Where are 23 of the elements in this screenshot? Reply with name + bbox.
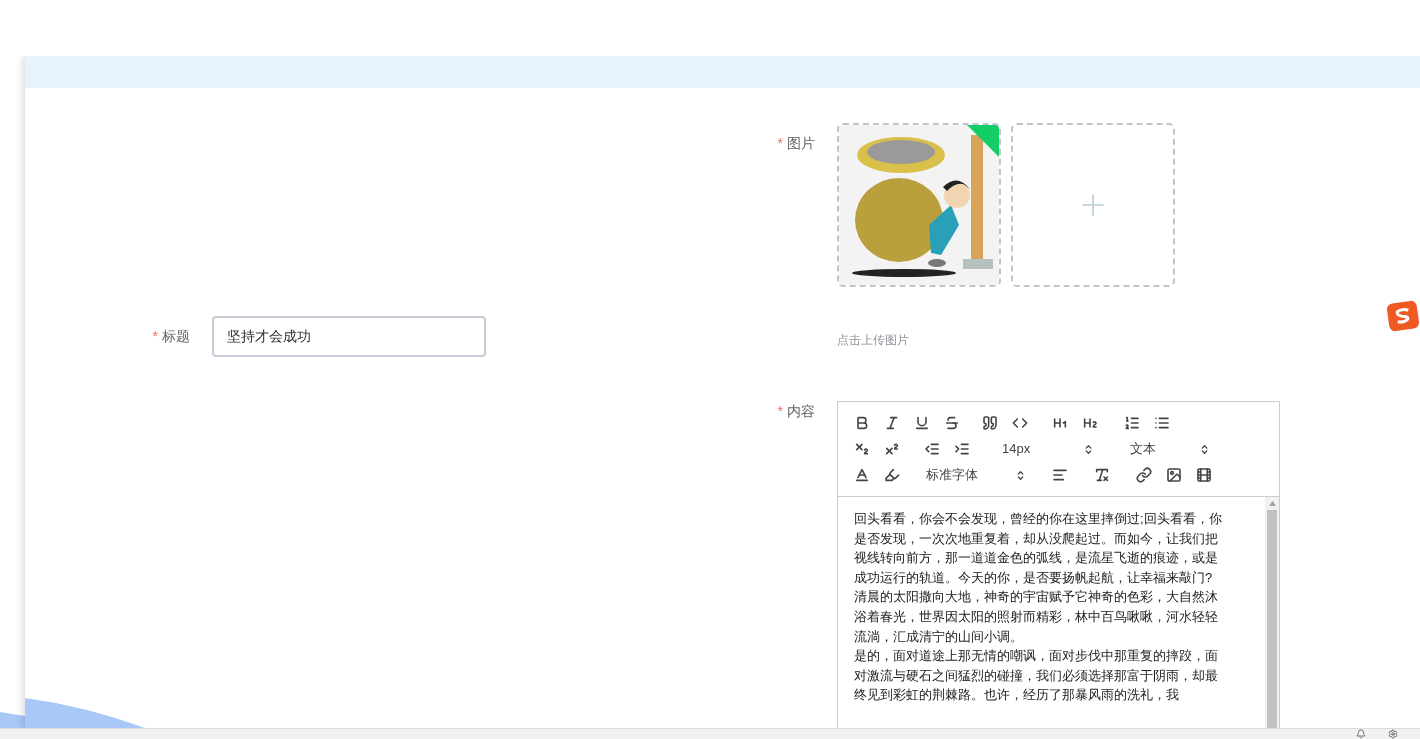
- editor-paragraph: 是的，面对道途上那无情的嘲讽，面对步伐中那重复的摔跤，面对激流与硬石之间猛烈的碰撞，我们必须选择那富于阴雨，却最终见到彩虹的荆棘路。也许，经历了那暴风雨的洗礼，我: [854, 647, 1219, 705]
- upload-hint: 点击上传图片: [837, 332, 910, 349]
- up-down-icon: [1199, 443, 1210, 455]
- scroll-up-icon: [1268, 501, 1276, 506]
- required-mark: *: [777, 133, 783, 153]
- toolbar-select[interactable]: 14px: [994, 437, 1102, 461]
- scrollbar[interactable]: [1265, 497, 1279, 728]
- required-mark: *: [152, 326, 158, 346]
- required-mark: *: [777, 401, 783, 421]
- editor-paragraph: 回头看看，你会不会发现，曾经的你在这里摔倒过;回头看看，你是否发现，一次次地重复着，却从没爬起过。而如今，让我们把视线转向前方，那一道道金色的弧线，是流星飞逝的痕迹，或是成功运行的轨道。今天的你，是否要扬帆起航，让幸福来敲门?: [854, 510, 1223, 587]
- title-input[interactable]: 坚持才会成功: [212, 316, 486, 357]
- field-label: 内容: [787, 401, 815, 421]
- up-down-icon: [1083, 443, 1094, 455]
- toolbar-select[interactable]: 标准字体: [918, 463, 1034, 487]
- scrollbar-thumb[interactable]: [1267, 510, 1277, 728]
- bell-icon[interactable]: [1356, 729, 1366, 739]
- field-label: 图片: [787, 133, 815, 153]
- toolbar-select[interactable]: 文本: [1110, 437, 1218, 461]
- editor-paragraph: 清晨的太阳撒向大地，神奇的宇宙赋予它神奇的色彩，大自然沐浴着春光，世界因太阳的照射而精彩，林中百鸟啾啾，河水轻轻流淌，汇成清宁的山间小调。: [854, 588, 1219, 646]
- field-label: 标题: [162, 326, 190, 346]
- success-corner-icon: [967, 125, 999, 157]
- up-down-icon: [1015, 469, 1026, 481]
- input-method-icon[interactable]: [1386, 300, 1420, 332]
